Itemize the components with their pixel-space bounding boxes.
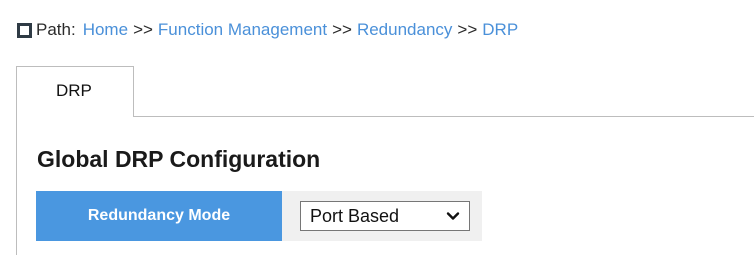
tab-drp-label: DRP: [56, 81, 92, 100]
breadcrumb-function-management[interactable]: Function Management: [158, 20, 327, 40]
breadcrumb-drp[interactable]: DRP: [482, 20, 518, 40]
tab-divider: [134, 116, 754, 117]
redundancy-mode-label: Redundancy Mode: [36, 191, 282, 241]
redundancy-mode-value: Port Based: [310, 205, 400, 226]
path-label: Path:: [36, 20, 76, 39]
tab-drp[interactable]: DRP: [16, 66, 134, 117]
breadcrumb-redundancy[interactable]: Redundancy: [357, 20, 452, 40]
breadcrumb-home[interactable]: Home: [83, 20, 128, 40]
breadcrumb-separator: >>: [457, 20, 478, 39]
square-icon: [17, 22, 32, 38]
breadcrumb: Path: Home >> Function Management >> Red…: [17, 18, 518, 42]
redundancy-mode-cell: Port Based: [282, 191, 482, 241]
breadcrumb-separator: >>: [332, 20, 352, 39]
section-title: Global DRP Configuration: [37, 146, 321, 172]
breadcrumb-separator: >>: [133, 20, 153, 39]
chevron-down-icon: [446, 212, 460, 220]
panel-border: [16, 117, 17, 255]
redundancy-mode-select[interactable]: Port Based: [300, 201, 470, 231]
redundancy-mode-row: Redundancy Mode Port Based: [36, 191, 482, 241]
